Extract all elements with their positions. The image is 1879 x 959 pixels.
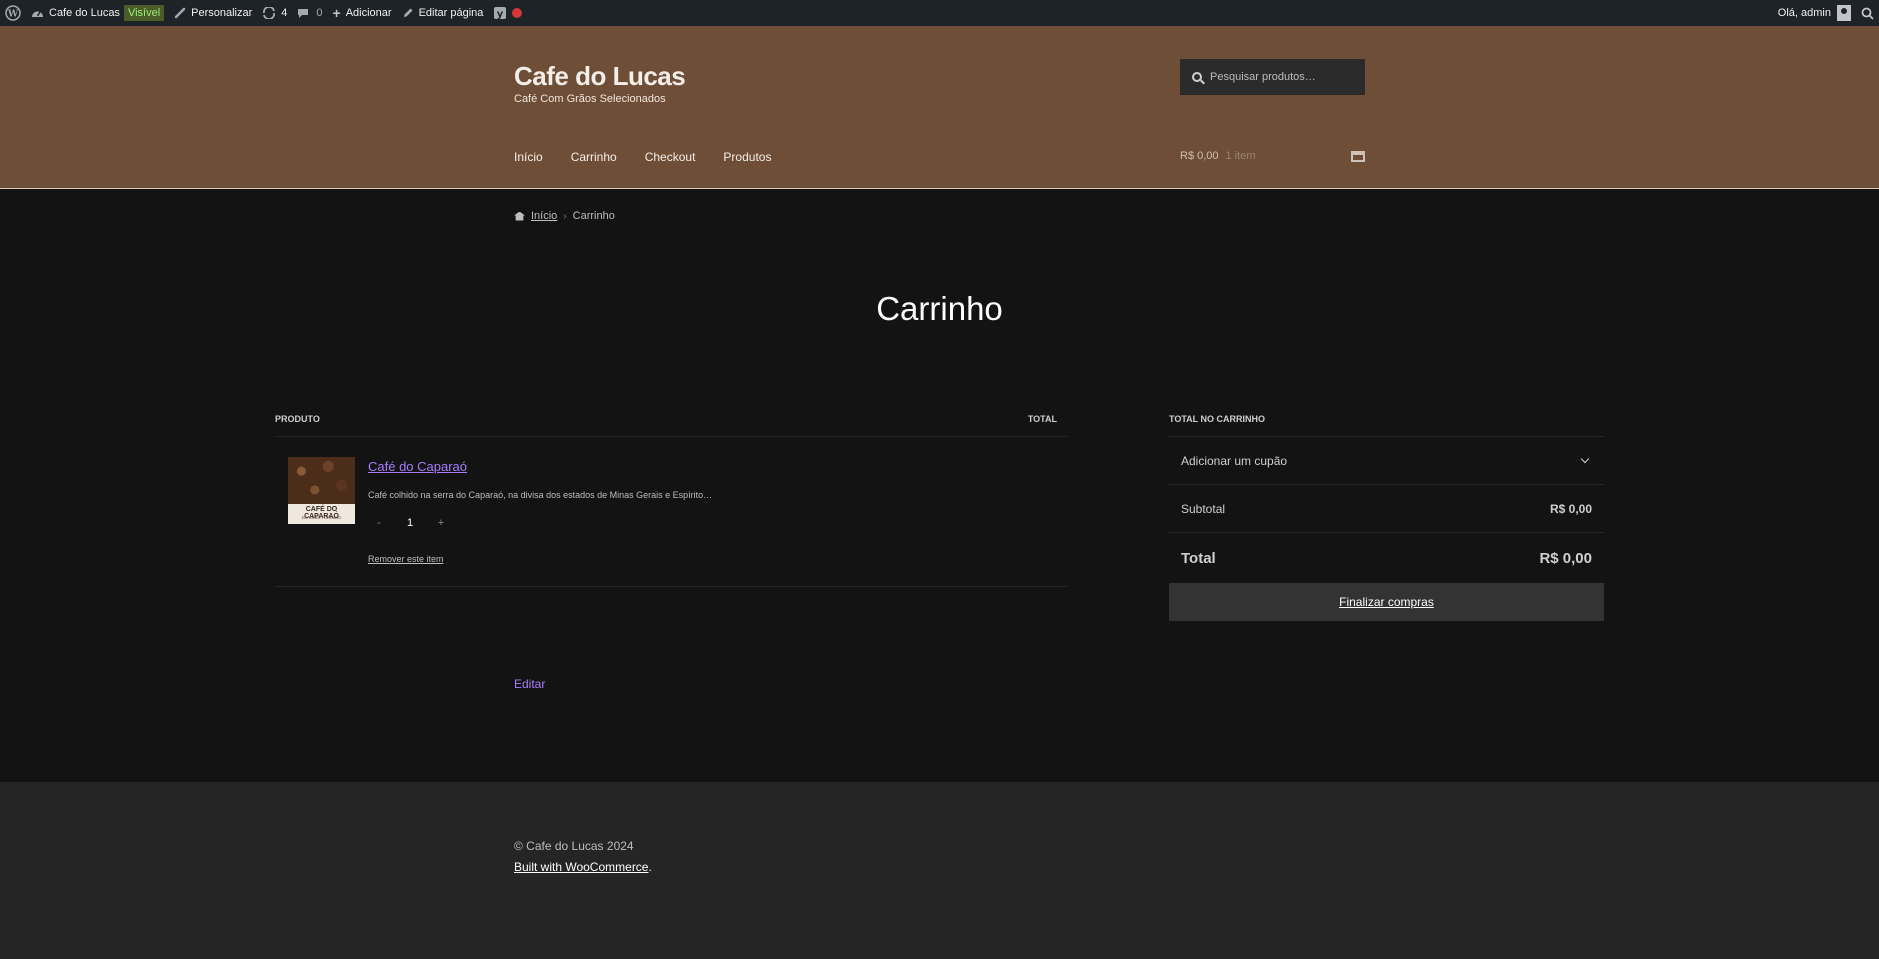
- updates-link[interactable]: 4: [257, 0, 292, 26]
- nav-item-inicio[interactable]: Início: [514, 150, 543, 164]
- customize-link[interactable]: Personalizar: [169, 0, 257, 26]
- home-icon: [514, 211, 525, 221]
- my-account-link[interactable]: Olá, admin: [1773, 0, 1856, 26]
- cart-item-row: CAFÉ DO CAPARAÓ EM GRÃO TORRADO Café do …: [275, 437, 1067, 587]
- header-mini-cart[interactable]: R$ 0,00 1 item: [1180, 150, 1365, 162]
- site-description: Café Com Grãos Selecionados: [514, 93, 666, 105]
- site-footer: © Cafe do Lucas 2024 Built with WooComme…: [0, 782, 1879, 959]
- admin-site-link[interactable]: Cafe do Lucas Visível: [26, 0, 169, 26]
- mini-cart-amount: R$ 0,00: [1180, 150, 1219, 162]
- cart-table-header: PRODUTO TOTAL: [275, 414, 1067, 437]
- product-search-input[interactable]: Pesquisar produtos…: [1180, 59, 1365, 95]
- quantity-input[interactable]: 1: [390, 517, 430, 529]
- column-header-product: PRODUTO: [275, 414, 320, 424]
- yoast-seo-link[interactable]: y: [488, 0, 527, 26]
- thumbnail-subtitle: EM GRÃO TORRADO: [301, 515, 342, 520]
- footer-copyright: © Cafe do Lucas 2024: [514, 839, 634, 853]
- visible-badge: Visível: [123, 5, 165, 21]
- nav-item-carrinho[interactable]: Carrinho: [571, 150, 617, 164]
- cart-table: PRODUTO TOTAL CAFÉ DO CAPARAÓ EM GRÃO TO…: [275, 414, 1067, 587]
- svg-text:y: y: [497, 9, 504, 20]
- nav-item-produtos[interactable]: Produtos: [723, 150, 771, 164]
- site-header: Cafe do Lucas Café Com Grãos Selecionado…: [0, 26, 1879, 189]
- yoast-icon: y: [493, 6, 507, 20]
- quantity-decrease-button[interactable]: -: [368, 517, 390, 529]
- search-icon: [1192, 72, 1202, 82]
- dashboard-icon: [31, 7, 44, 19]
- remove-item-link[interactable]: Remover este item: [368, 554, 444, 564]
- admin-account-area: Olá, admin: [1773, 0, 1879, 26]
- cart-totals: TOTAL NO CARRINHO Adicionar um cupão Sub…: [1169, 414, 1604, 621]
- plus-icon: +: [332, 5, 341, 21]
- coffee-beans-image: [288, 457, 355, 504]
- subtotal-row: Subtotal R$ 0,00: [1169, 485, 1604, 533]
- breadcrumb-separator-icon: ›: [563, 210, 567, 222]
- comments-link[interactable]: 0: [292, 0, 327, 26]
- pencil-icon: [402, 7, 414, 19]
- footer-credit: Built with WooCommerce.: [514, 860, 652, 874]
- column-header-total: TOTAL: [1027, 414, 1057, 424]
- admin-search-icon[interactable]: [1856, 0, 1879, 26]
- mini-cart-count: 1 item: [1225, 150, 1256, 162]
- subtotal-value: R$ 0,00: [1549, 501, 1592, 516]
- product-description: Café colhido na serra do Caparaó, na div…: [368, 490, 713, 500]
- coupon-label: Adicionar um cupão: [1181, 453, 1288, 468]
- breadcrumb-current: Carrinho: [572, 210, 615, 222]
- primary-navigation: Início Carrinho Checkout Produtos: [514, 150, 771, 164]
- svg-text:W: W: [7, 10, 19, 20]
- comments-count: 0: [316, 7, 323, 19]
- edit-page-link[interactable]: Editar página: [397, 0, 489, 26]
- page-title: Carrinho: [876, 290, 1003, 327]
- add-new-link[interactable]: + Adicionar: [328, 0, 397, 26]
- edit-page-link-bottom[interactable]: Editar: [514, 677, 545, 691]
- comment-icon: [297, 8, 309, 19]
- nav-item-checkout[interactable]: Checkout: [645, 150, 696, 164]
- edit-page-label: Editar página: [418, 7, 484, 19]
- customize-label: Personalizar: [191, 7, 253, 19]
- search-placeholder: Pesquisar produtos…: [1210, 71, 1316, 83]
- add-new-label: Adicionar: [345, 7, 392, 19]
- updates-icon: [262, 7, 276, 19]
- site-title[interactable]: Cafe do Lucas: [514, 61, 686, 92]
- proceed-to-checkout-button[interactable]: Finalizar compras: [1169, 583, 1604, 621]
- chevron-down-icon: [1580, 454, 1590, 464]
- basket-icon: [1351, 150, 1365, 162]
- total-row: Total R$ 0,00: [1169, 533, 1604, 583]
- built-with-woocommerce-link[interactable]: Built with WooCommerce: [514, 860, 648, 874]
- wordpress-logo-icon[interactable]: W: [0, 0, 26, 26]
- coupon-toggle[interactable]: Adicionar um cupão: [1169, 437, 1604, 485]
- admin-bar: W Cafe do Lucas Visível Personalizar 4 0…: [0, 0, 1879, 26]
- subtotal-label: Subtotal: [1181, 501, 1226, 516]
- footer-credit-suffix: .: [648, 860, 652, 874]
- brush-icon: [174, 7, 186, 19]
- admin-greeting: Olá, admin: [1777, 7, 1831, 19]
- cart-totals-heading: TOTAL NO CARRINHO: [1169, 414, 1604, 437]
- updates-count: 4: [281, 7, 288, 19]
- quantity-stepper: - 1 +: [368, 517, 452, 529]
- product-name-link[interactable]: Café do Caparaó: [368, 459, 467, 474]
- product-thumbnail[interactable]: CAFÉ DO CAPARAÓ EM GRÃO TORRADO: [288, 457, 355, 524]
- breadcrumb: Início › Carrinho: [514, 210, 615, 222]
- total-label: Total: [1181, 549, 1216, 567]
- breadcrumb-home-link[interactable]: Início: [531, 210, 557, 222]
- admin-site-name: Cafe do Lucas: [49, 7, 120, 19]
- seo-status-dot-icon: [512, 8, 523, 18]
- quantity-increase-button[interactable]: +: [430, 517, 452, 529]
- total-value: R$ 0,00: [1539, 549, 1592, 567]
- avatar: [1837, 5, 1851, 21]
